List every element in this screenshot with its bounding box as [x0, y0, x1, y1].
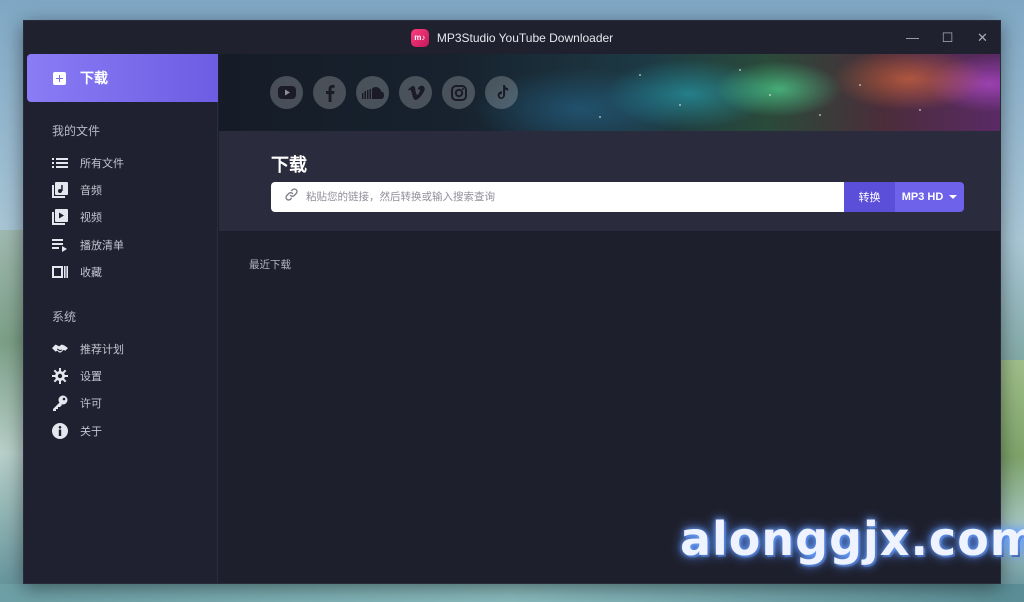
sidebar-item-label: 所有文件	[80, 158, 124, 170]
format-dropdown-label: MP3 HD	[901, 191, 944, 203]
instagram-icon[interactable]	[442, 76, 475, 109]
url-input[interactable]	[306, 191, 826, 203]
link-icon	[285, 188, 298, 206]
main-content: 下载 转换 MP3 HD 最近下载	[219, 54, 1000, 583]
sidebar-item-referral[interactable]: 推荐计划	[52, 339, 124, 359]
playlist-icon	[52, 237, 68, 253]
key-icon	[52, 395, 68, 411]
sidebar-item-all-files[interactable]: 所有文件	[52, 153, 124, 173]
sidebar-item-label: 收藏	[80, 267, 102, 279]
soundcloud-icon[interactable]	[356, 76, 389, 109]
sidebar-item-collection[interactable]: 收藏	[52, 262, 102, 282]
music-file-icon	[52, 182, 68, 198]
download-panel: 下载 转换 MP3 HD	[219, 131, 1000, 231]
sidebar-item-settings[interactable]: 设置	[52, 366, 102, 386]
sidebar-item-label: 关于	[80, 426, 102, 438]
convert-button[interactable]: 转换	[844, 182, 895, 212]
sidebar-item-label: 下载	[80, 70, 108, 86]
app-logo-icon: m♪	[410, 28, 429, 47]
sidebar-item-license[interactable]: 许可	[52, 393, 102, 413]
format-dropdown[interactable]: MP3 HD	[895, 182, 964, 212]
sidebar-item-label: 许可	[80, 398, 102, 410]
collection-icon	[52, 264, 68, 280]
list-icon	[52, 155, 68, 171]
facebook-icon[interactable]	[313, 76, 346, 109]
section-title-my-files: 我的文件	[52, 124, 101, 138]
page-title: 下载	[271, 155, 307, 175]
maximize-button[interactable]: ☐	[930, 21, 965, 54]
info-icon	[52, 423, 68, 439]
sidebar-item-about[interactable]: 关于	[52, 421, 102, 441]
sidebar: 下载 我的文件 所有文件 音频 视频 播放清单 收藏 系统 推荐计划 设置 许可…	[24, 54, 218, 583]
youtube-icon[interactable]	[270, 76, 303, 109]
sidebar-item-label: 视频	[80, 212, 102, 224]
close-button[interactable]: ✕	[965, 21, 1000, 54]
sidebar-item-audio[interactable]: 音频	[52, 180, 102, 200]
app-window: m♪ MP3Studio YouTube Downloader — ☐ ✕ 下载…	[23, 20, 1001, 584]
sidebar-item-label: 音频	[80, 185, 102, 197]
minimize-button[interactable]: —	[895, 21, 930, 54]
tiktok-icon[interactable]	[485, 76, 518, 109]
title-bar: m♪ MP3Studio YouTube Downloader — ☐ ✕	[24, 21, 1000, 54]
handshake-icon	[52, 341, 68, 357]
download-add-icon	[53, 71, 66, 85]
sidebar-item-video[interactable]: 视频	[52, 207, 102, 227]
caret-down-icon	[949, 195, 958, 199]
sidebar-item-label: 设置	[80, 371, 102, 383]
sidebar-item-label: 推荐计划	[80, 344, 124, 356]
desktop-background-bottom	[0, 584, 1024, 602]
video-file-icon	[52, 209, 68, 225]
sidebar-item-label: 播放清单	[80, 240, 124, 252]
window-controls: — ☐ ✕	[895, 21, 1000, 54]
header-banner	[219, 54, 1000, 131]
recent-downloads-label: 最近下载	[249, 259, 291, 271]
url-input-box[interactable]	[271, 182, 844, 212]
section-title-system: 系统	[52, 310, 77, 324]
sidebar-item-download[interactable]: 下载	[27, 54, 218, 102]
gear-icon	[52, 368, 68, 384]
window-title: MP3Studio YouTube Downloader	[436, 30, 614, 45]
watermark-text: alonggjx.com	[680, 512, 1024, 566]
sidebar-item-playlist[interactable]: 播放清单	[52, 235, 124, 255]
vimeo-icon[interactable]	[399, 76, 432, 109]
